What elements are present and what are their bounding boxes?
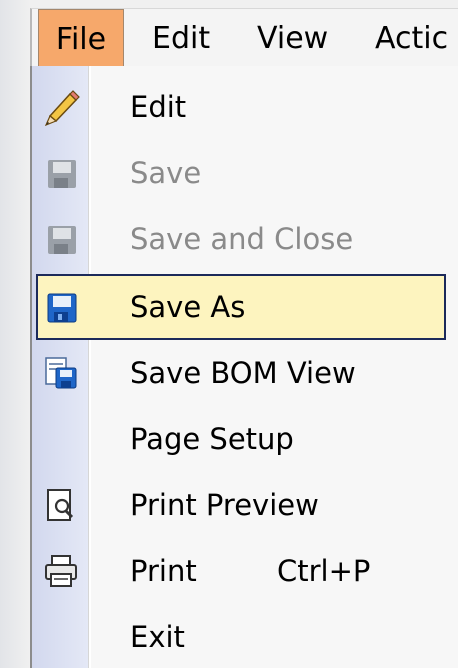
menu-file[interactable]: File <box>38 9 124 66</box>
file-dropdown-menu: Edit Save Save and Close Save As Save BO… <box>30 66 458 668</box>
menu-item-print[interactable]: Print Ctrl+P <box>32 538 458 604</box>
menu-item-print-preview[interactable]: Print Preview <box>32 472 458 538</box>
menu-item-label: Save BOM View <box>130 356 356 390</box>
menu-item-label: Print Preview <box>130 488 319 522</box>
menu-item-save-bom-view[interactable]: Save BOM View <box>32 340 458 406</box>
menu-item-label: Save <box>130 156 202 190</box>
menu-view[interactable]: View <box>257 9 328 67</box>
menu-item-label: Edit <box>130 90 187 124</box>
menu-item-label: Save As <box>130 290 246 324</box>
menu-item-save-as[interactable]: Save As <box>36 274 446 340</box>
printer-icon <box>42 552 80 590</box>
menu-edit[interactable]: Edit <box>152 9 210 67</box>
menu-item-save[interactable]: Save <box>32 140 458 206</box>
save-bom-view-icon <box>42 354 80 392</box>
menu-item-label: Exit <box>130 620 185 654</box>
window-edge <box>0 0 30 668</box>
menu-item-label: Page Setup <box>130 422 294 456</box>
menu-item-exit[interactable]: Exit <box>32 604 458 668</box>
menu-item-shortcut: Ctrl+P <box>277 554 371 588</box>
pencil-icon <box>42 88 80 127</box>
menu-bar: File Edit View Actic <box>30 8 458 67</box>
floppy-disk-icon <box>42 154 80 192</box>
floppy-disk-icon <box>42 220 80 258</box>
menu-item-page-setup[interactable]: Page Setup <box>32 406 458 472</box>
floppy-disk-icon <box>42 288 80 326</box>
menu-item-edit[interactable]: Edit <box>32 74 458 140</box>
print-preview-icon <box>42 486 80 524</box>
menu-item-label: Print <box>130 554 197 588</box>
menu-item-save-and-close[interactable]: Save and Close <box>32 206 458 272</box>
menu-actions[interactable]: Actic <box>375 9 448 67</box>
menu-item-label: Save and Close <box>130 222 354 256</box>
